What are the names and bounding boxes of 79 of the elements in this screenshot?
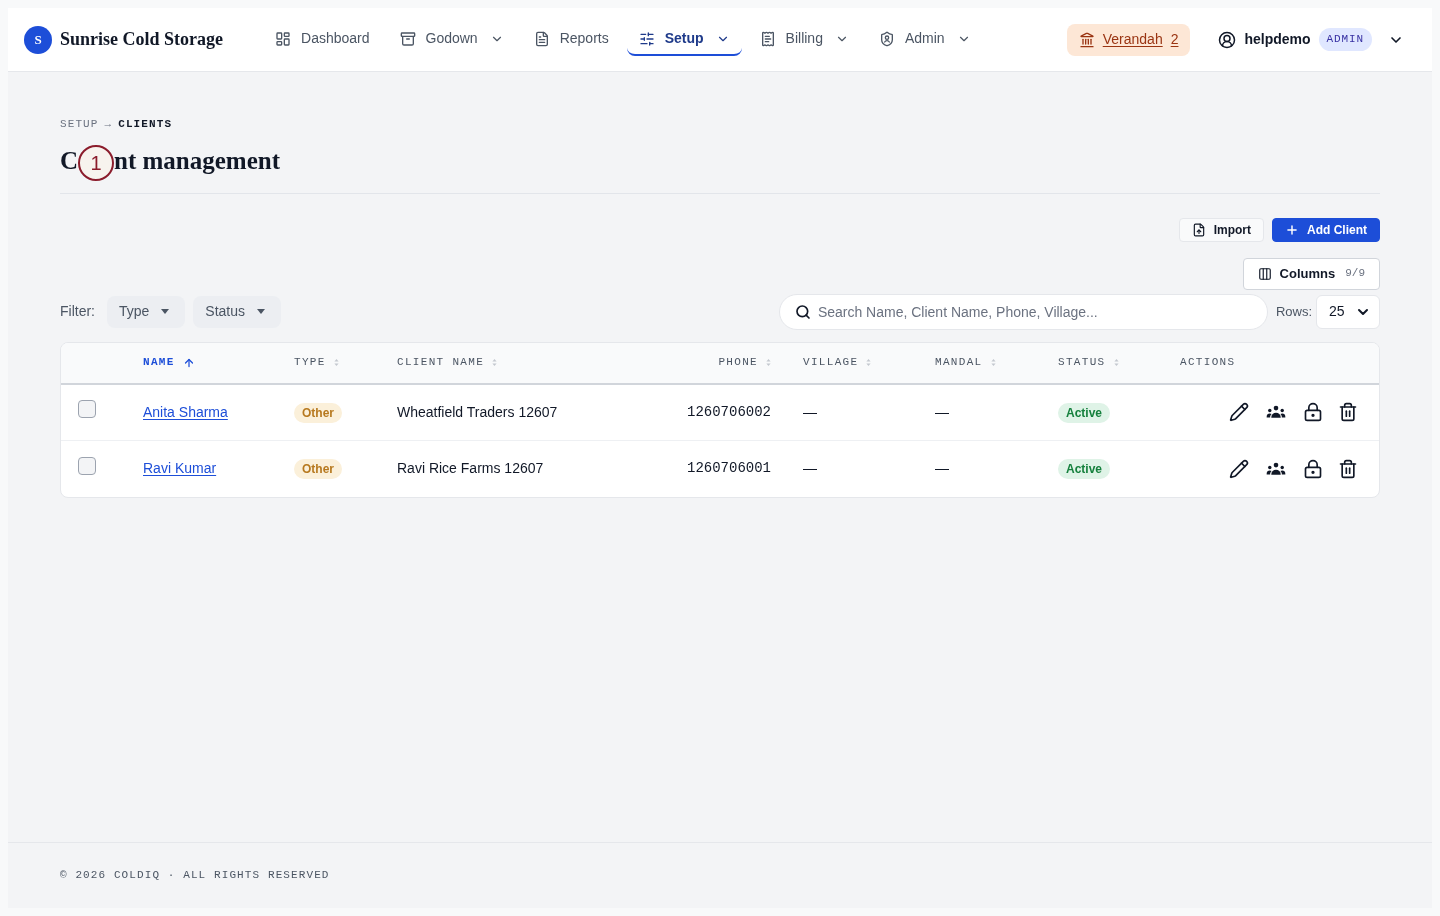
brand-name: Sunrise Cold Storage bbox=[60, 28, 223, 51]
shield-user-icon bbox=[878, 30, 895, 47]
table-cell-text: 1260706002 bbox=[686, 402, 772, 422]
user-icon bbox=[1218, 30, 1237, 49]
building-icon bbox=[1078, 31, 1095, 48]
caret-icon bbox=[257, 309, 266, 314]
nav-item[interactable]: Dashboard bbox=[263, 23, 382, 56]
breadcrumb-item: CLIENTS bbox=[118, 117, 173, 132]
lock-icon bbox=[1303, 458, 1323, 479]
column-header[interactable]: VILLAGE bbox=[787, 354, 919, 371]
pencil-icon bbox=[1229, 402, 1249, 422]
filter-dropdown[interactable]: Type bbox=[107, 295, 186, 328]
nav-item[interactable]: Setup bbox=[626, 23, 742, 56]
client-link[interactable]: Anita Sharma bbox=[143, 403, 228, 420]
add-button[interactable]: Add Client bbox=[1272, 217, 1380, 242]
logo-icon: S bbox=[24, 25, 52, 54]
pencil-icon bbox=[1229, 458, 1249, 479]
columns-icon bbox=[1257, 266, 1272, 281]
page-title: C bbox=[60, 145, 79, 176]
nav-item[interactable]: Admin bbox=[866, 23, 983, 56]
filter-dropdown[interactable]: Status bbox=[193, 295, 282, 328]
role-badge: ADMIN bbox=[1318, 28, 1372, 51]
table-cell-text: — bbox=[934, 402, 950, 422]
breadcrumb-item[interactable]: SETUP bbox=[60, 116, 99, 133]
search-icon bbox=[794, 303, 811, 320]
column-header[interactable]: STATUS bbox=[1042, 354, 1164, 371]
rows-label: Rows: bbox=[1275, 302, 1312, 321]
edit-button[interactable] bbox=[1229, 402, 1249, 422]
delete-button[interactable] bbox=[1338, 402, 1358, 422]
user-menu[interactable]: helpdemo ADMIN bbox=[1218, 28, 1404, 51]
table-cell-text: — bbox=[802, 402, 818, 422]
table-cell-text: 1260706001 bbox=[686, 459, 772, 478]
column-header[interactable]: PHONE bbox=[617, 354, 787, 371]
lock-button[interactable] bbox=[1303, 402, 1323, 422]
column-header[interactable]: MANDAL bbox=[919, 354, 1042, 371]
copyright-text: © 2026 COLDIQ · ALL RIGHTS RESERVED bbox=[60, 869, 330, 881]
lock-icon bbox=[1303, 402, 1323, 422]
column-header: ACTIONS bbox=[1179, 355, 1237, 371]
row-checkbox[interactable] bbox=[78, 456, 96, 475]
search-field[interactable]: Search Name, Client Name, Phone, Village... bbox=[778, 293, 1268, 330]
plus-icon bbox=[1285, 222, 1299, 237]
document-icon bbox=[533, 30, 550, 47]
breadcrumb-separator: → bbox=[104, 117, 113, 132]
client-link[interactable]: Ravi Kumar bbox=[143, 460, 217, 476]
column-header[interactable]: TYPE bbox=[278, 354, 381, 371]
file-upload-icon bbox=[1191, 222, 1206, 237]
type-badge: Other bbox=[294, 402, 342, 423]
table-cell-text: — bbox=[802, 459, 818, 478]
edit-button[interactable] bbox=[1229, 458, 1249, 479]
table-cell-text: Ravi Rice Farms 12607 bbox=[396, 459, 545, 478]
trash-icon bbox=[1338, 402, 1358, 422]
grid-icon bbox=[275, 30, 291, 47]
receipt-icon bbox=[759, 30, 776, 47]
caret-icon bbox=[161, 309, 170, 314]
nav-item[interactable]: Billing bbox=[747, 23, 861, 56]
page-title: nt management bbox=[114, 145, 281, 176]
filter-label: Filter: bbox=[60, 302, 95, 321]
columns-button[interactable]: Columns 9/9 bbox=[1242, 257, 1380, 290]
nav-item[interactable]: Godown bbox=[387, 23, 516, 56]
archive-box-icon bbox=[399, 30, 416, 47]
location-link[interactable]: Verandah 2 bbox=[1066, 23, 1191, 56]
table-cell-text: — bbox=[934, 459, 950, 478]
delete-button[interactable] bbox=[1338, 458, 1358, 479]
status-badge: Active bbox=[1058, 459, 1111, 479]
rows-select[interactable]: 25 bbox=[1316, 294, 1380, 329]
sliders-icon bbox=[638, 30, 655, 47]
column-header[interactable]: NAME bbox=[127, 354, 278, 371]
lock-button[interactable] bbox=[1303, 458, 1323, 479]
nav-item[interactable]: Reports bbox=[521, 23, 621, 56]
table-cell-text: Wheatfield Traders 12607 bbox=[396, 402, 559, 422]
people-icon bbox=[1265, 405, 1287, 419]
people-icon bbox=[1265, 461, 1287, 476]
type-badge: Other bbox=[294, 459, 342, 479]
column-header[interactable]: CLIENT NAME bbox=[381, 354, 617, 371]
trash-icon bbox=[1338, 458, 1358, 479]
number-marker: 1 bbox=[78, 144, 115, 181]
row-checkbox[interactable] bbox=[78, 400, 96, 418]
import-button[interactable]: Import bbox=[1178, 217, 1264, 242]
status-badge: Active bbox=[1058, 402, 1111, 423]
